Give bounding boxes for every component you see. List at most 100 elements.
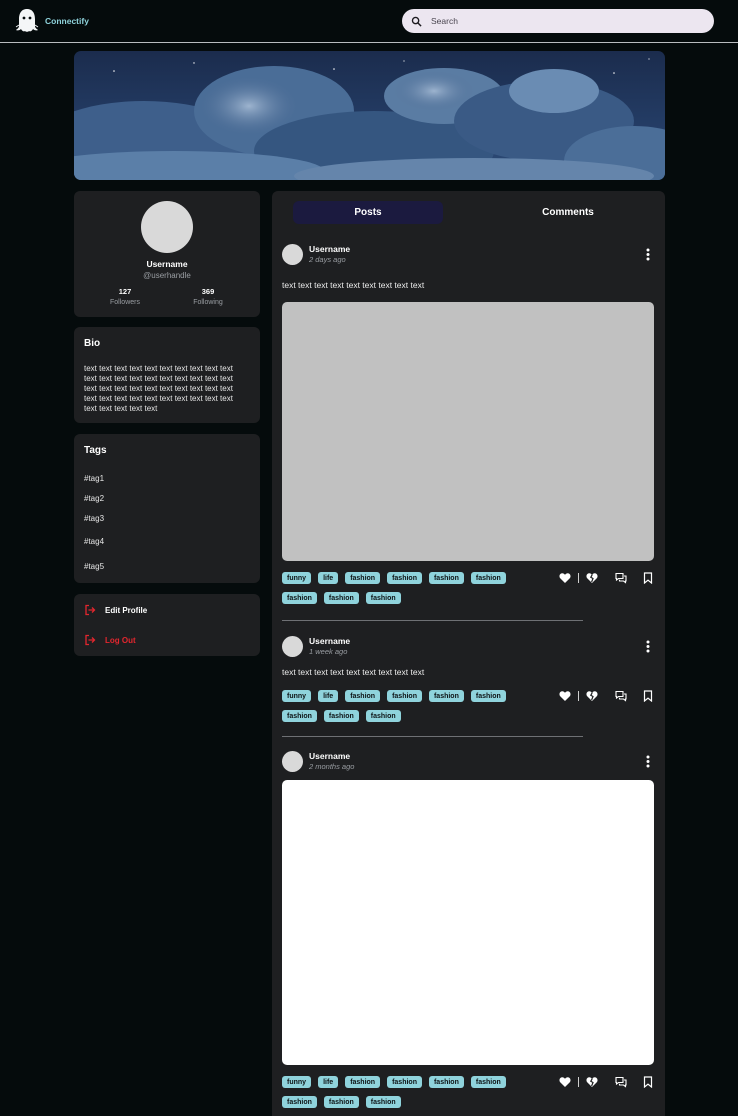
comments-icon[interactable] [615, 572, 627, 584]
tags-title: Tags [84, 445, 107, 456]
search-bar[interactable] [402, 9, 714, 33]
tag-chip[interactable]: fashion [387, 1076, 422, 1088]
tag-chip[interactable]: fashion [428, 690, 464, 702]
edit-profile-button[interactable]: Edit Profile [84, 604, 147, 616]
logout-arrow-icon [85, 604, 96, 616]
account-actions-card: Edit Profile Log Out [74, 594, 260, 656]
tag-chip[interactable]: fashion [323, 1096, 359, 1108]
bio-text: text text text text text text text text … [84, 364, 233, 413]
tag-chip[interactable]: fashion [387, 690, 422, 702]
post-text: text text text text text text text text … [282, 280, 425, 290]
followers-stat[interactable]: 127 Followers [95, 287, 155, 306]
following-label: Following [193, 299, 223, 306]
log-out-label: Log Out [105, 635, 136, 645]
tag-chip[interactable]: fashion [323, 592, 359, 604]
tag-chip[interactable]: fashion [345, 1076, 381, 1088]
post-image[interactable] [282, 302, 654, 561]
tab-comments[interactable]: Comments [493, 201, 643, 224]
bookmark-icon[interactable] [642, 572, 654, 584]
post-username[interactable]: Username [309, 636, 350, 646]
tag-link[interactable]: #tag5 [84, 562, 104, 571]
post-image[interactable] [282, 780, 654, 1065]
logout-arrow-icon [85, 634, 96, 646]
tag-link[interactable]: #tag1 [84, 474, 104, 483]
heart-icon[interactable] [559, 1076, 571, 1088]
post-divider [282, 620, 583, 621]
post-card: Username 2 days ago text text text text … [282, 244, 654, 605]
tab-posts[interactable]: Posts [293, 201, 443, 224]
more-vertical-icon[interactable] [644, 248, 652, 261]
followers-label: Followers [110, 299, 140, 306]
tag-chip[interactable]: funny [282, 690, 312, 702]
comments-icon[interactable] [615, 1076, 627, 1088]
search-input[interactable] [431, 16, 701, 26]
avatar[interactable] [282, 636, 303, 657]
app-logo[interactable]: Connectify [14, 7, 89, 35]
broken-heart-icon[interactable] [586, 572, 598, 584]
tag-link[interactable]: #tag3 [84, 514, 104, 523]
broken-heart-icon[interactable] [586, 1076, 598, 1088]
tags-card: Tags #tag1 #tag2 #tag3 #tag4 #tag5 [74, 434, 260, 583]
tag-chip[interactable]: fashion [365, 1096, 401, 1108]
post-username[interactable]: Username [309, 751, 350, 761]
post-timestamp: 2 months ago [309, 762, 355, 771]
post-card: Username 2 months ago funny life fashion… [282, 751, 654, 1109]
more-vertical-icon[interactable] [644, 755, 652, 768]
tag-chip[interactable]: life [318, 572, 339, 584]
top-navigation-bar: Connectify [0, 0, 738, 43]
bookmark-icon[interactable] [642, 690, 654, 702]
edit-profile-label: Edit Profile [105, 605, 148, 615]
bio-card: Bio text text text text text text text t… [74, 327, 260, 423]
heart-icon[interactable] [559, 572, 571, 584]
tag-chip[interactable]: fashion [365, 710, 401, 722]
profile-username: Username [146, 259, 188, 269]
bookmark-icon[interactable] [642, 1076, 654, 1088]
post-reactions [559, 572, 654, 584]
bio-title: Bio [84, 338, 101, 349]
tag-chip[interactable]: fashion [282, 710, 317, 722]
broken-heart-icon[interactable] [586, 690, 598, 702]
posts-panel: Posts Comments Username 2 days ago text … [272, 191, 665, 1116]
tag-chip[interactable]: fashion [323, 710, 359, 722]
post-timestamp: 2 days ago [309, 255, 346, 264]
profile-banner-image [74, 51, 665, 180]
post-card: Username 1 week ago text text text text … [282, 636, 654, 723]
following-stat[interactable]: 369 Following [178, 287, 238, 306]
avatar[interactable] [282, 751, 303, 772]
log-out-button[interactable]: Log Out [84, 634, 136, 646]
comments-icon[interactable] [615, 690, 627, 702]
heart-icon[interactable] [559, 690, 571, 702]
tag-chip[interactable]: life [318, 690, 339, 702]
tag-chip[interactable]: fashion [345, 572, 381, 584]
tag-chip[interactable]: fashion [428, 572, 464, 584]
tag-link[interactable]: #tag2 [84, 494, 104, 503]
tag-chip[interactable]: life [318, 1076, 339, 1088]
ghost-logo-icon [15, 9, 39, 32]
tag-link[interactable]: #tag4 [84, 537, 104, 546]
tag-chip[interactable]: fashion [470, 690, 506, 702]
post-timestamp: 1 week ago [309, 647, 348, 656]
post-username[interactable]: Username [309, 244, 350, 254]
app-name: Connectify [45, 16, 89, 26]
tag-chip[interactable]: funny [282, 1076, 312, 1088]
search-icon [411, 16, 422, 27]
profile-handle: @userhandle [143, 271, 191, 280]
post-text: text text text text text text text text … [282, 667, 425, 677]
post-reactions [559, 690, 654, 702]
tag-chip[interactable]: fashion [470, 1076, 506, 1088]
post-divider [282, 736, 583, 737]
more-vertical-icon[interactable] [644, 640, 652, 653]
followers-count: 127 [118, 287, 132, 296]
tag-chip[interactable]: fashion [365, 592, 401, 604]
tag-chip[interactable]: fashion [428, 1076, 464, 1088]
tag-chip[interactable]: funny [282, 572, 312, 584]
tag-chip[interactable]: fashion [470, 572, 506, 584]
profile-card: Username @userhandle 127 Followers 369 F… [74, 191, 260, 317]
tag-chip[interactable]: fashion [345, 690, 381, 702]
tag-chip[interactable]: fashion [282, 592, 317, 604]
avatar[interactable] [282, 244, 303, 265]
following-count: 369 [201, 287, 215, 296]
tag-chip[interactable]: fashion [387, 572, 422, 584]
avatar[interactable] [141, 201, 193, 253]
tag-chip[interactable]: fashion [282, 1096, 317, 1108]
